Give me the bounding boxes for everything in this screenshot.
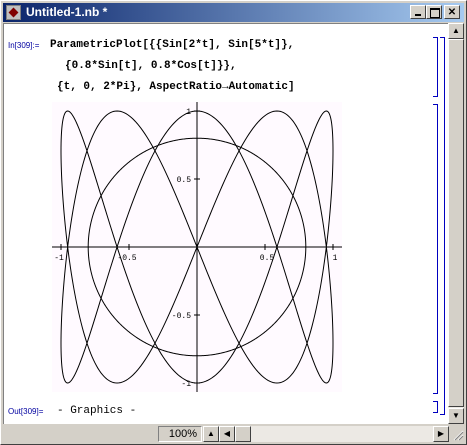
input-line-3[interactable]: {t, 0, 2*Pi}, AspectRatio→Automatic] bbox=[57, 81, 295, 93]
horizontal-scroll-thumb[interactable] bbox=[235, 426, 251, 442]
zoom-level[interactable]: 100% bbox=[158, 426, 202, 442]
output-cell-bracket[interactable] bbox=[433, 401, 438, 413]
input-line-2[interactable]: {0.8*Sin[t], 0.8*Cos[t]}}, bbox=[65, 60, 237, 72]
maximize-icon[interactable] bbox=[426, 5, 442, 19]
input-line-1[interactable]: ParametricPlot[{{Sin[2*t], Sin[5*t]}, bbox=[50, 39, 294, 51]
vertical-scroll-thumb[interactable] bbox=[448, 39, 464, 407]
vertical-scrollbar[interactable]: ▲ ▼ bbox=[448, 23, 464, 424]
y-tick-label: 0.5 bbox=[177, 176, 192, 185]
x-tick-label: -1 bbox=[54, 254, 64, 263]
close-icon[interactable] bbox=[444, 5, 460, 19]
app-icon[interactable] bbox=[6, 5, 21, 20]
horizontal-scrollbar[interactable] bbox=[251, 426, 433, 442]
input-cell-label: In[309]:= bbox=[8, 41, 40, 50]
scroll-left-icon[interactable]: ◀ bbox=[219, 426, 235, 442]
scroll-up-icon[interactable]: ▲ bbox=[448, 23, 464, 39]
output-cell-label: Out[309]= bbox=[8, 407, 44, 416]
zoom-up-icon[interactable]: ▲ bbox=[203, 426, 219, 442]
status-bar: 100% ▲ ◀ ▶ bbox=[3, 425, 464, 443]
window-title: Untitled-1.nb * bbox=[26, 5, 108, 19]
resize-grip-icon[interactable] bbox=[450, 426, 464, 442]
minimize-icon[interactable] bbox=[410, 5, 426, 19]
y-tick-label: -0.5 bbox=[172, 312, 191, 321]
graphics-cell-bracket[interactable] bbox=[433, 104, 438, 394]
scroll-down-icon[interactable]: ▼ bbox=[448, 408, 464, 424]
notebook-window: Untitled-1.nb * In[309]:= ParametricPlot… bbox=[0, 0, 467, 445]
title-bar[interactable]: Untitled-1.nb * bbox=[3, 3, 464, 22]
output-text[interactable]: - Graphics - bbox=[57, 405, 136, 417]
parametric-plot[interactable]: -1 -0.5 0.5 1-1-0.50.51 bbox=[52, 102, 342, 392]
scroll-right-icon[interactable]: ▶ bbox=[433, 426, 449, 442]
input-cell-bracket[interactable] bbox=[433, 37, 438, 97]
group-cell-bracket[interactable] bbox=[440, 37, 445, 415]
x-tick-label: 1 bbox=[333, 254, 338, 263]
notebook-content[interactable]: In[309]:= ParametricPlot[{{Sin[2*t], Sin… bbox=[3, 23, 448, 424]
